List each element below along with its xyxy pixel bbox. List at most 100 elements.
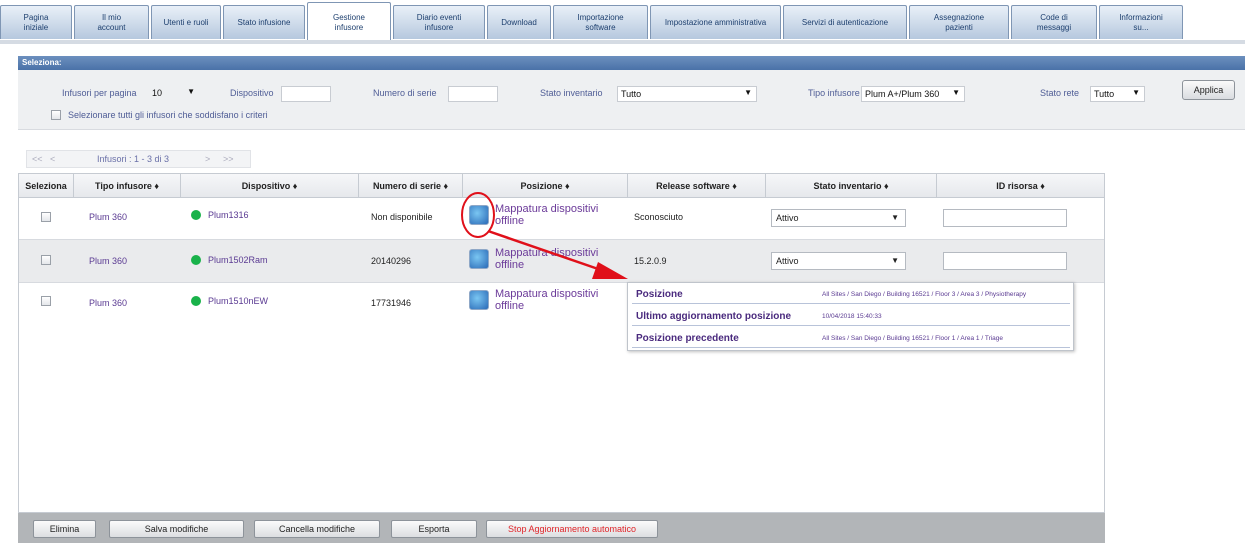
pager: << < Infusori : 1 - 3 di 3 > >>: [26, 150, 251, 168]
per-page-value: 10: [152, 88, 163, 98]
table-row: Plum 360 Plum1502Ram 20140296 Mappatura …: [19, 240, 1104, 283]
per-page-label: Infusori per pagina: [62, 88, 137, 98]
device-input[interactable]: [281, 86, 331, 102]
tab-infusion-status[interactable]: Stato infusione: [223, 5, 305, 39]
stop-auto-refresh-button[interactable]: Stop Aggiornamento automatico: [486, 520, 658, 538]
col-header-inventory[interactable]: Stato inventario ♦: [766, 174, 937, 198]
device-cell[interactable]: Plum1502Ram: [191, 255, 268, 265]
col-header-software[interactable]: Release software ♦: [628, 174, 766, 198]
tab-my-account[interactable]: Il mio account: [74, 5, 149, 39]
tab-admin-settings[interactable]: Impostazione amministrativa: [650, 5, 781, 39]
map-location-icon[interactable]: [469, 249, 489, 269]
popup-label: Ultimo aggiornamento posizione: [636, 311, 792, 322]
tab-software-import[interactable]: Importazione software: [553, 5, 648, 39]
pager-info: Infusori : 1 - 3 di 3: [97, 154, 170, 164]
inventory-label: Stato inventario: [540, 88, 603, 98]
apply-button[interactable]: Applica: [1182, 80, 1235, 100]
tab-underline: [0, 40, 1245, 44]
pump-type-label: Tipo infusore: [808, 88, 860, 98]
row-select-checkbox[interactable]: [41, 212, 51, 222]
serial-label: Numero di serie: [373, 88, 437, 98]
pump-type-value: Plum A+/Plum 360: [865, 89, 940, 99]
tab-message-queues[interactable]: Code di messaggi: [1011, 5, 1097, 39]
save-changes-button[interactable]: Salva modifiche: [109, 520, 244, 538]
row-select-checkbox[interactable]: [41, 296, 51, 306]
position-cell[interactable]: Mappatura dispositivi offline: [469, 203, 624, 227]
inventory-status-value: Attivo: [776, 213, 799, 223]
col-header-position[interactable]: Posizione ♦: [463, 174, 628, 198]
inventory-status-select[interactable]: Attivo ▼: [771, 252, 906, 270]
device-name: Plum1502Ram: [208, 255, 268, 265]
col-header-pump-type[interactable]: Tipo infusore ♦: [74, 174, 181, 198]
map-location-icon[interactable]: [469, 205, 489, 225]
popup-value: All Sites / San Diego / Building 16521 /…: [822, 335, 1004, 342]
inventory-status-select[interactable]: Attivo ▼: [771, 209, 906, 227]
asset-id-input[interactable]: [943, 209, 1067, 227]
position-popup: Posizione All Sites / San Diego / Buildi…: [627, 282, 1074, 351]
pump-type-cell: Plum 360: [89, 256, 128, 266]
cancel-changes-button[interactable]: Cancella modifiche: [254, 520, 380, 538]
serial-cell: 20140296: [371, 256, 412, 266]
network-label: Stato rete: [1040, 88, 1080, 98]
col-header-serial[interactable]: Numero di serie ♦: [359, 174, 463, 198]
delete-button[interactable]: Elimina: [33, 520, 96, 538]
action-bar: Elimina Salva modifiche Cancella modific…: [18, 513, 1105, 543]
chevron-down-icon: ▼: [952, 88, 960, 97]
pump-type-select[interactable]: Plum A+/Plum 360 ▼: [861, 86, 965, 102]
device-label: Dispositivo: [230, 88, 274, 98]
network-value: Tutto: [1094, 89, 1115, 99]
col-header-select: Seleziona: [19, 174, 74, 198]
popup-row: Posizione All Sites / San Diego / Buildi…: [632, 285, 1070, 304]
tab-home[interactable]: Pagina iniziale: [0, 5, 72, 39]
position-name: Mappatura dispositivi offline: [495, 247, 599, 271]
inventory-select[interactable]: Tutto ▼: [617, 86, 757, 102]
position-cell[interactable]: Mappatura dispositivi offline: [469, 288, 624, 312]
chevron-down-icon: ▼: [187, 87, 195, 96]
export-button[interactable]: Esporta: [391, 520, 477, 538]
tab-users-roles[interactable]: Utenti e ruoli: [151, 5, 221, 39]
row-select-checkbox[interactable]: [41, 255, 51, 265]
chevron-down-icon: ▼: [1132, 88, 1140, 97]
tab-pump-event-log[interactable]: Diario eventi infusore: [393, 5, 485, 39]
pump-type-cell: Plum 360: [89, 298, 128, 308]
tab-pump-management[interactable]: Gestione infusore: [307, 2, 391, 42]
position-cell[interactable]: Mappatura dispositivi offline: [469, 247, 624, 271]
tab-auth-services[interactable]: Servizi di autenticazione: [783, 5, 907, 39]
device-name: Plum1510nEW: [208, 296, 269, 306]
select-all-checkbox[interactable]: [51, 110, 61, 120]
col-header-device[interactable]: Dispositivo ♦: [181, 174, 359, 198]
asset-id-input[interactable]: [943, 252, 1067, 270]
popup-label: Posizione precedente: [636, 333, 739, 344]
chevron-down-icon: ▼: [744, 88, 752, 97]
pager-next[interactable]: >: [205, 154, 210, 164]
chevron-down-icon: ▼: [891, 213, 899, 222]
pager-last[interactable]: >>: [223, 154, 234, 164]
table-row: Plum 360 Plum1316 Non disponibile Mappat…: [19, 198, 1104, 240]
chevron-down-icon: ▼: [891, 256, 899, 265]
software-cell: Sconosciuto: [634, 212, 684, 222]
position-name: Mappatura dispositivi offline: [495, 203, 599, 227]
online-status-icon: [191, 296, 201, 306]
tab-about[interactable]: Informazioni su...: [1099, 5, 1183, 39]
main-nav-tabs: Pagina iniziale Il mio account Utenti e …: [0, 0, 1245, 42]
serial-input[interactable]: [448, 86, 498, 102]
popup-row: Ultimo aggiornamento posizione 10/04/201…: [632, 307, 1070, 326]
network-select[interactable]: Tutto ▼: [1090, 86, 1145, 102]
device-cell[interactable]: Plum1316: [191, 210, 249, 220]
online-status-icon: [191, 210, 201, 220]
serial-cell: 17731946: [371, 298, 412, 308]
popup-value: 10/04/2018 15:40:33: [822, 313, 882, 320]
select-all-label: Selezionare tutti gli infusori che soddi…: [68, 110, 268, 120]
popup-label: Posizione: [636, 289, 683, 300]
map-location-icon[interactable]: [469, 290, 489, 310]
per-page-select[interactable]: 10 ▼: [149, 86, 199, 102]
pager-first[interactable]: <<: [32, 154, 43, 164]
pager-prev[interactable]: <: [50, 154, 55, 164]
tab-download[interactable]: Download: [487, 5, 551, 39]
pump-type-cell: Plum 360: [89, 212, 128, 222]
device-cell[interactable]: Plum1510nEW: [191, 296, 268, 306]
filter-panel: Infusori per pagina 10 ▼ Dispositivo Num…: [18, 70, 1245, 130]
col-header-asset-id[interactable]: ID risorsa ♦: [937, 174, 1104, 198]
position-name: Mappatura dispositivi offline: [495, 288, 599, 312]
tab-patient-assignment[interactable]: Assegnazione pazienti: [909, 5, 1009, 39]
